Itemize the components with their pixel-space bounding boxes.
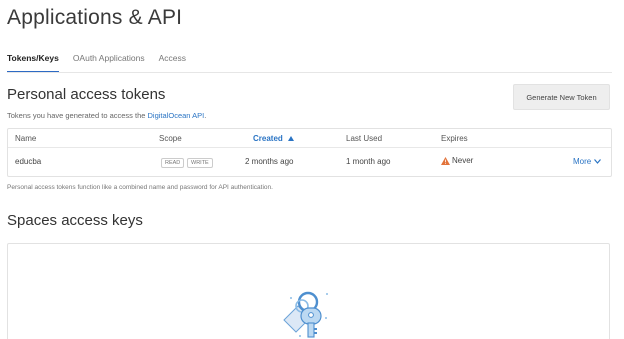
column-scope[interactable]: Scope <box>159 134 182 143</box>
column-created[interactable]: Created <box>253 134 295 143</box>
subtitle-text: Tokens you have generated to access the <box>7 111 148 120</box>
token-name: educba <box>15 157 42 166</box>
tabs: Tokens/Keys OAuth Applications Access <box>7 53 200 73</box>
more-label: More <box>573 157 592 166</box>
tab-access[interactable]: Access <box>159 53 186 73</box>
column-expires[interactable]: Expires <box>441 134 468 143</box>
token-expires: Never <box>441 156 473 165</box>
scope-write-badge: WRITE <box>187 158 213 168</box>
tab-tokens-keys[interactable]: Tokens/Keys <box>7 53 59 73</box>
tab-oauth-applications[interactable]: OAuth Applications <box>73 53 145 73</box>
column-name[interactable]: Name <box>15 134 36 143</box>
token-last-used: 1 month ago <box>346 157 391 166</box>
caret-up-icon <box>288 136 295 142</box>
tokens-note: Personal access tokens function like a c… <box>7 184 273 191</box>
spaces-title: Spaces access keys <box>7 212 143 229</box>
tabs-divider <box>7 72 612 73</box>
expires-value: Never <box>452 156 474 165</box>
column-created-label: Created <box>253 134 283 143</box>
more-menu-button[interactable]: More <box>573 157 602 166</box>
table-row: educba READ WRITE 2 months ago 1 month a… <box>8 148 611 177</box>
keys-illustration <box>283 291 328 338</box>
tokens-table: Name Scope Created Last Used Expires edu… <box>7 128 612 177</box>
digitalocean-api-link[interactable]: DigitalOcean API <box>148 111 205 120</box>
table-header: Name Scope Created Last Used Expires <box>8 129 611 148</box>
generate-new-token-button[interactable]: Generate New Token <box>513 84 610 110</box>
subtitle-suffix: . <box>204 111 207 120</box>
token-created: 2 months ago <box>245 157 294 166</box>
column-last-used[interactable]: Last Used <box>346 134 382 143</box>
page-title: Applications & API <box>7 6 183 29</box>
warning-triangle-icon <box>441 156 450 165</box>
scope-read-badge: READ <box>161 158 185 168</box>
personal-tokens-subtitle: Tokens you have generated to access the … <box>7 111 206 120</box>
personal-tokens-title: Personal access tokens <box>7 86 166 103</box>
chevron-down-icon <box>594 159 602 164</box>
